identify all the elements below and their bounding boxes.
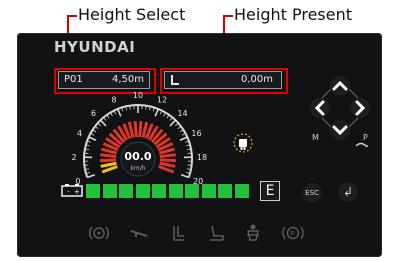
tick-label-8: 8 <box>111 96 116 105</box>
nav-down-button[interactable] <box>330 120 350 140</box>
gear-indicator-button[interactable]: E <box>260 181 280 201</box>
major-tick <box>154 108 159 117</box>
speed-readout: 00.0 <box>124 150 151 163</box>
minor-tick <box>177 126 182 130</box>
major-tick <box>86 173 96 179</box>
battery-segment <box>234 184 249 198</box>
speed-bar-segment <box>100 161 117 168</box>
tick-label-2: 2 <box>71 153 76 162</box>
seat-icon <box>210 225 224 241</box>
minor-tick <box>166 114 170 119</box>
speed-bar-segment <box>133 120 138 138</box>
minor-tick <box>169 117 173 121</box>
speed-bar-segment <box>138 120 143 138</box>
tick-label-14: 14 <box>177 109 187 118</box>
battery-segment <box>135 184 150 198</box>
tick-label-12: 12 <box>157 96 167 105</box>
major-tick <box>99 119 107 127</box>
speed-bar-segment <box>159 161 176 168</box>
enter-icon: ↲ <box>342 185 354 199</box>
speed-bar-segment <box>101 165 118 174</box>
enter-button[interactable]: ↲ <box>338 182 358 202</box>
svg-text:-: - <box>67 188 70 196</box>
parking-icon: P <box>282 226 304 240</box>
minor-tick <box>103 117 107 121</box>
major-tick <box>179 136 188 142</box>
minor-tick <box>92 129 97 133</box>
minor-tick <box>179 129 184 133</box>
major-tick <box>117 108 122 117</box>
p-label: P <box>363 133 368 142</box>
major-tick <box>88 136 97 142</box>
speed-bar-segment <box>159 158 177 163</box>
nav-pad: M P <box>310 76 370 147</box>
speed-unit: km/h <box>130 165 145 172</box>
operator-icon <box>247 224 259 241</box>
battery-segment <box>152 184 166 198</box>
tick-label-18: 18 <box>197 153 207 162</box>
bottom-indicator-row: P <box>80 220 320 246</box>
boom-icon <box>130 230 148 237</box>
battery-segment <box>218 184 232 198</box>
minor-tick <box>97 122 101 127</box>
battery-segment <box>119 184 133 198</box>
tick-label-6: 6 <box>91 109 96 118</box>
minor-tick <box>175 122 179 127</box>
tortoise-icon <box>355 142 368 147</box>
battery-segment <box>185 184 199 198</box>
battery-segment <box>86 184 100 198</box>
battery-segment <box>201 184 216 198</box>
nav-right-button[interactable] <box>350 98 370 118</box>
tick-label-4: 4 <box>77 129 82 138</box>
battery-segment <box>102 184 117 198</box>
lift-warning-icon <box>233 133 253 153</box>
speed-bar-segment <box>158 165 175 174</box>
minor-tick <box>106 114 110 119</box>
svg-text:+: + <box>74 188 80 196</box>
m-label: M <box>312 133 319 142</box>
nav-up-button[interactable] <box>330 76 350 96</box>
brake-icon <box>88 226 110 240</box>
esc-button[interactable]: ESC <box>302 183 322 203</box>
major-tick <box>169 119 177 127</box>
mast-tilt-icon <box>173 226 184 241</box>
speed-bar-segment <box>159 153 176 159</box>
battery-icon: - + <box>61 184 83 197</box>
minor-tick <box>94 126 99 130</box>
tick-label-16: 16 <box>191 129 201 138</box>
nav-left-button[interactable] <box>310 98 330 118</box>
tick-label-10: 10 <box>133 91 143 100</box>
battery-segment <box>168 184 183 198</box>
speed-bar-segment <box>99 158 117 163</box>
svg-text:P: P <box>290 230 294 238</box>
speed-bar-segment <box>100 153 117 159</box>
major-tick <box>180 173 190 179</box>
